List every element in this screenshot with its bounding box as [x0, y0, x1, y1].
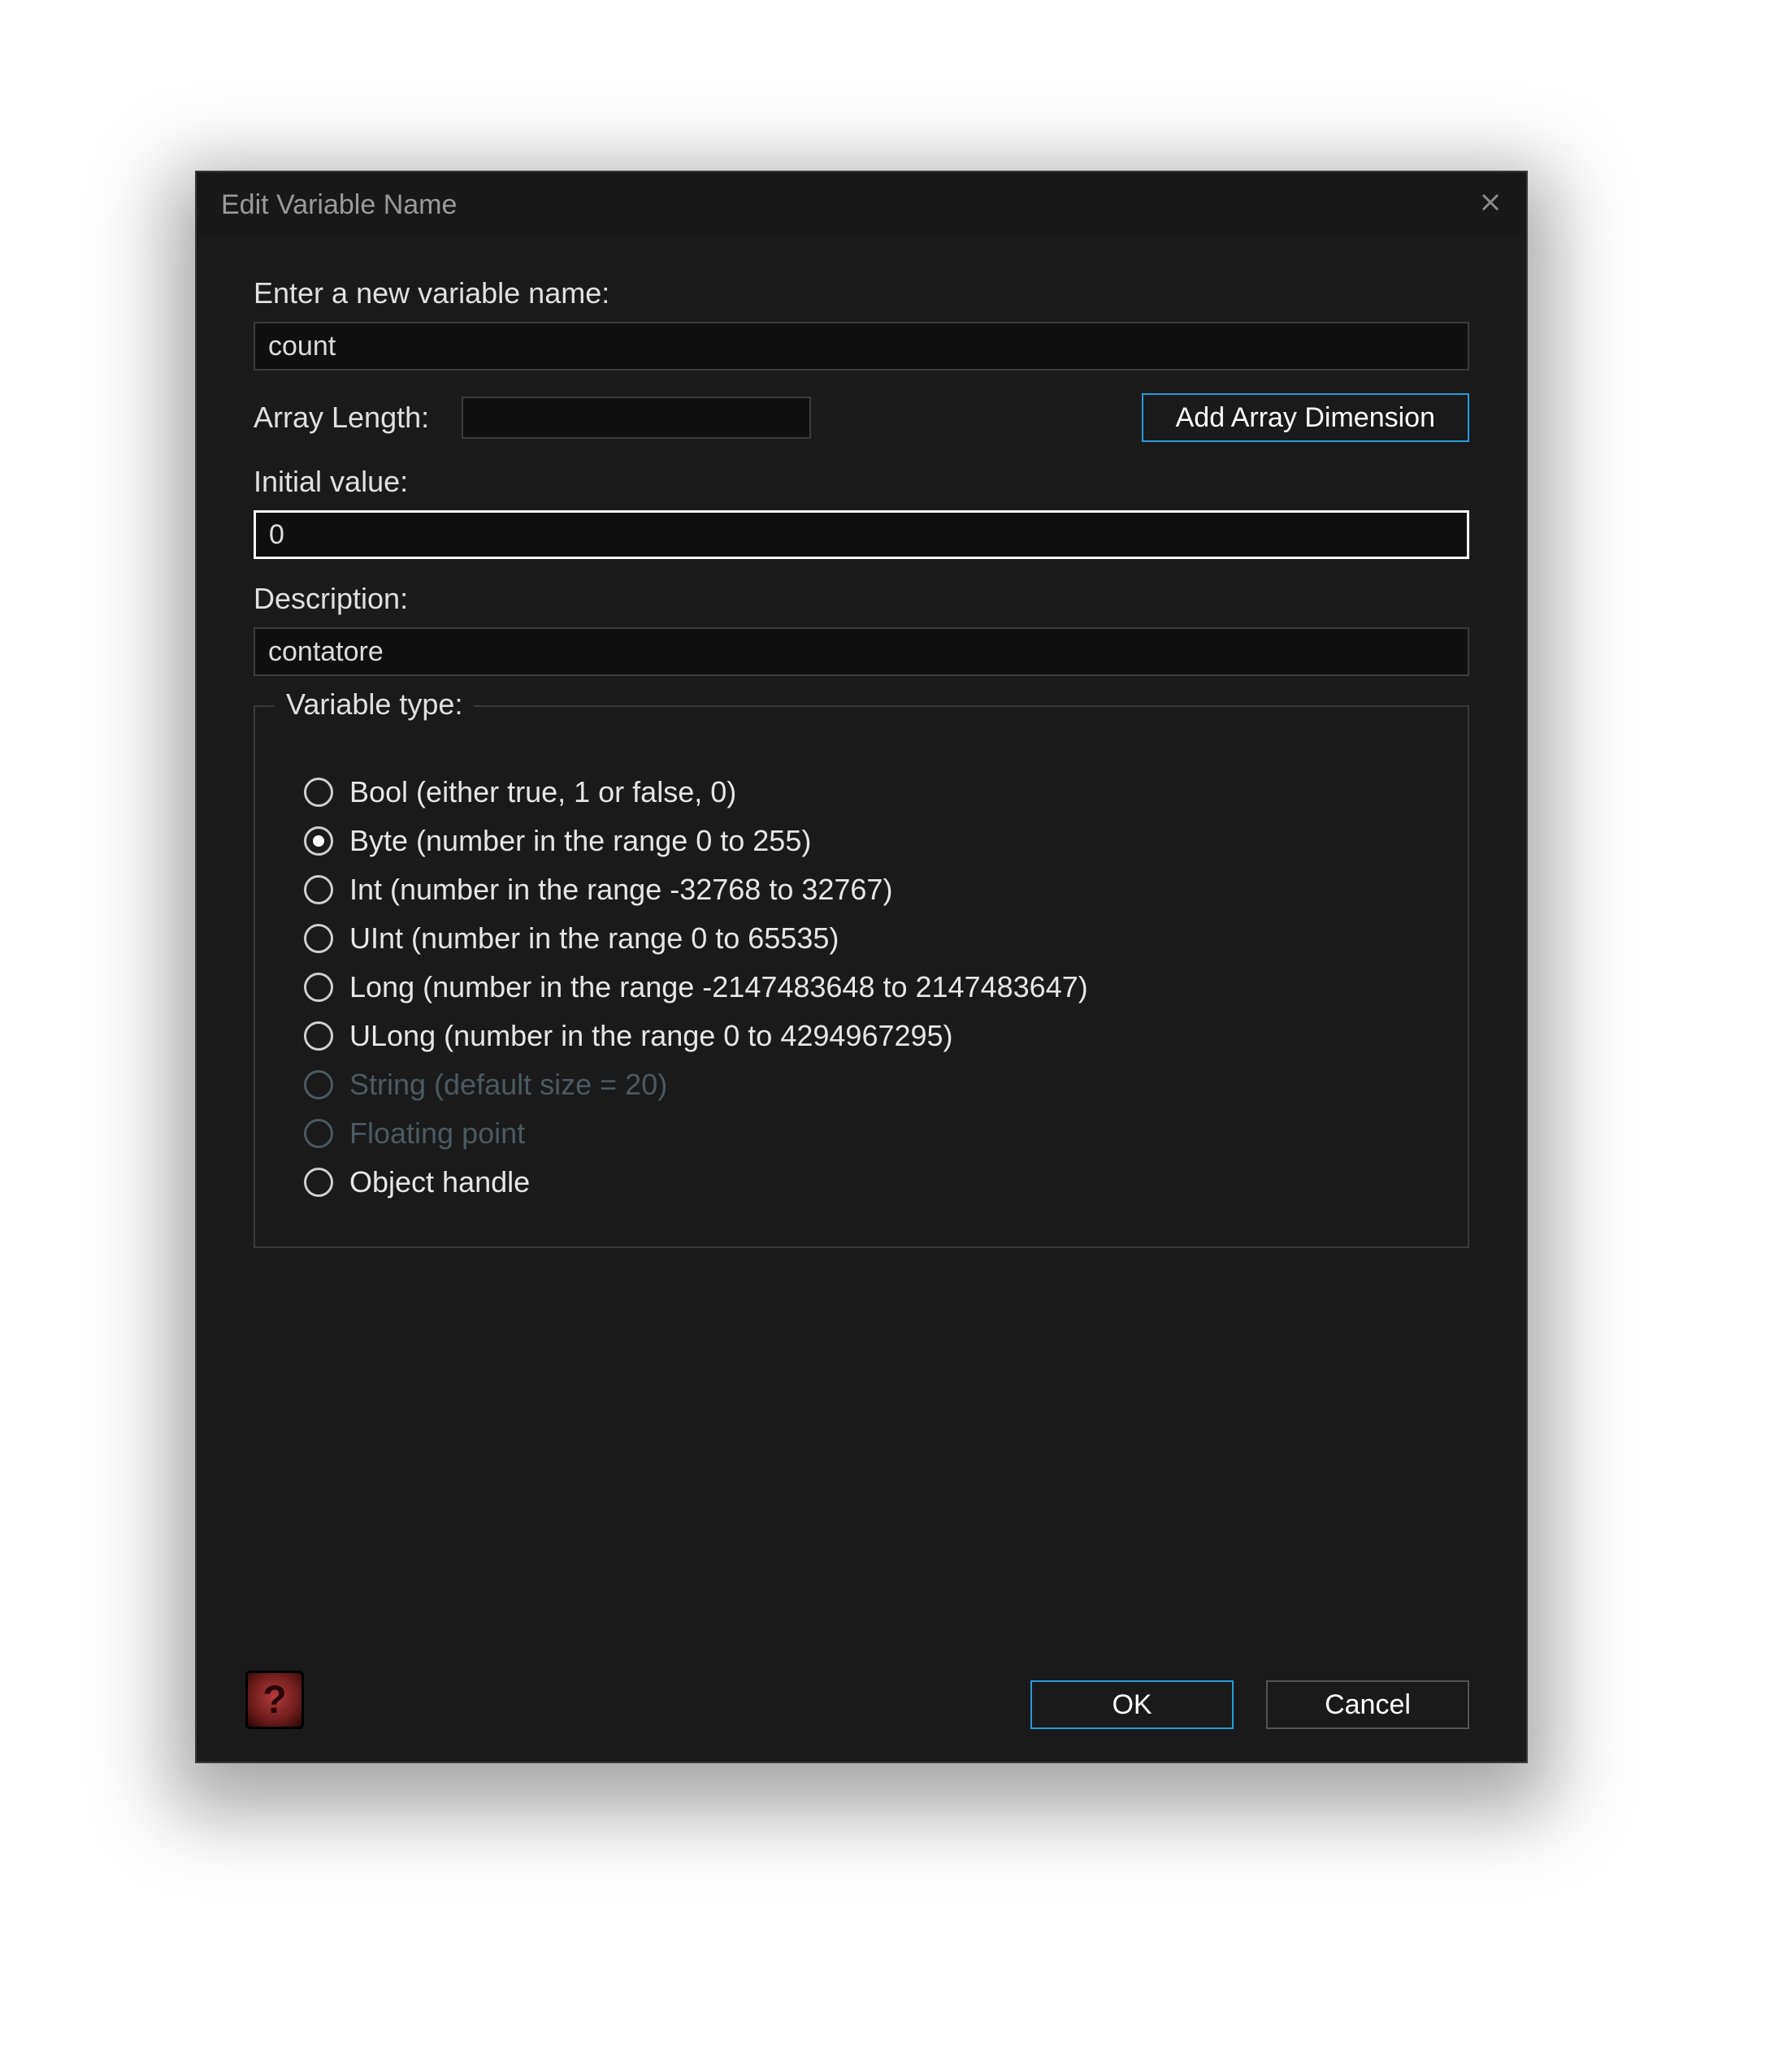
radio-icon: [304, 924, 333, 953]
radio-icon: [304, 1119, 333, 1148]
radio-icon: [304, 826, 333, 856]
radio-label: Long (number in the range -2147483648 to…: [349, 970, 1088, 1004]
cancel-button[interactable]: Cancel: [1266, 1680, 1469, 1729]
radio-label: UInt (number in the range 0 to 65535): [349, 921, 839, 956]
variable-type-legend: Variable type:: [275, 687, 474, 722]
description-input[interactable]: [254, 627, 1469, 676]
radio-label: ULong (number in the range 0 to 42949672…: [349, 1019, 953, 1053]
radio-label: Bool (either true, 1 or false, 0): [349, 775, 736, 809]
radio-item-float: Floating point: [304, 1116, 1435, 1151]
radio-item-byte[interactable]: Byte (number in the range 0 to 255): [304, 824, 1435, 858]
radio-label: Floating point: [349, 1116, 525, 1151]
radio-item-handle[interactable]: Object handle: [304, 1165, 1435, 1199]
array-length-label: Array Length:: [254, 401, 429, 435]
radio-item-uint[interactable]: UInt (number in the range 0 to 65535): [304, 921, 1435, 956]
help-icon[interactable]: ?: [245, 1671, 304, 1729]
initial-value-input[interactable]: [254, 510, 1469, 559]
close-icon[interactable]: [1479, 189, 1502, 221]
radio-icon: [304, 973, 333, 1002]
initial-value-label: Initial value:: [254, 465, 1469, 499]
variable-type-group: Variable type: Bool (either true, 1 or f…: [254, 705, 1469, 1248]
name-label: Enter a new variable name:: [254, 276, 1469, 310]
description-label: Description:: [254, 582, 1469, 616]
radio-label: Object handle: [349, 1165, 530, 1199]
radio-item-long[interactable]: Long (number in the range -2147483648 to…: [304, 970, 1435, 1004]
titlebar: Edit Variable Name: [197, 172, 1526, 237]
ok-button[interactable]: OK: [1030, 1680, 1234, 1729]
radio-item-bool[interactable]: Bool (either true, 1 or false, 0): [304, 775, 1435, 809]
radio-icon: [304, 778, 333, 807]
radio-icon: [304, 1070, 333, 1099]
radio-label: String (default size = 20): [349, 1068, 667, 1102]
radio-icon: [304, 875, 333, 904]
dialog-title: Edit Variable Name: [221, 189, 457, 221]
radio-label: Byte (number in the range 0 to 255): [349, 824, 811, 858]
radio-icon: [304, 1021, 333, 1051]
radio-item-ulong[interactable]: ULong (number in the range 0 to 42949672…: [304, 1019, 1435, 1053]
array-length-input[interactable]: [462, 397, 811, 439]
radio-item-int[interactable]: Int (number in the range -32768 to 32767…: [304, 873, 1435, 907]
radio-icon: [304, 1168, 333, 1197]
edit-variable-dialog: Edit Variable Name Enter a new variable …: [195, 171, 1528, 1763]
variable-name-input[interactable]: [254, 322, 1469, 371]
add-array-dimension-button[interactable]: Add Array Dimension: [1142, 393, 1469, 442]
radio-item-string: String (default size = 20): [304, 1068, 1435, 1102]
radio-label: Int (number in the range -32768 to 32767…: [349, 873, 892, 907]
